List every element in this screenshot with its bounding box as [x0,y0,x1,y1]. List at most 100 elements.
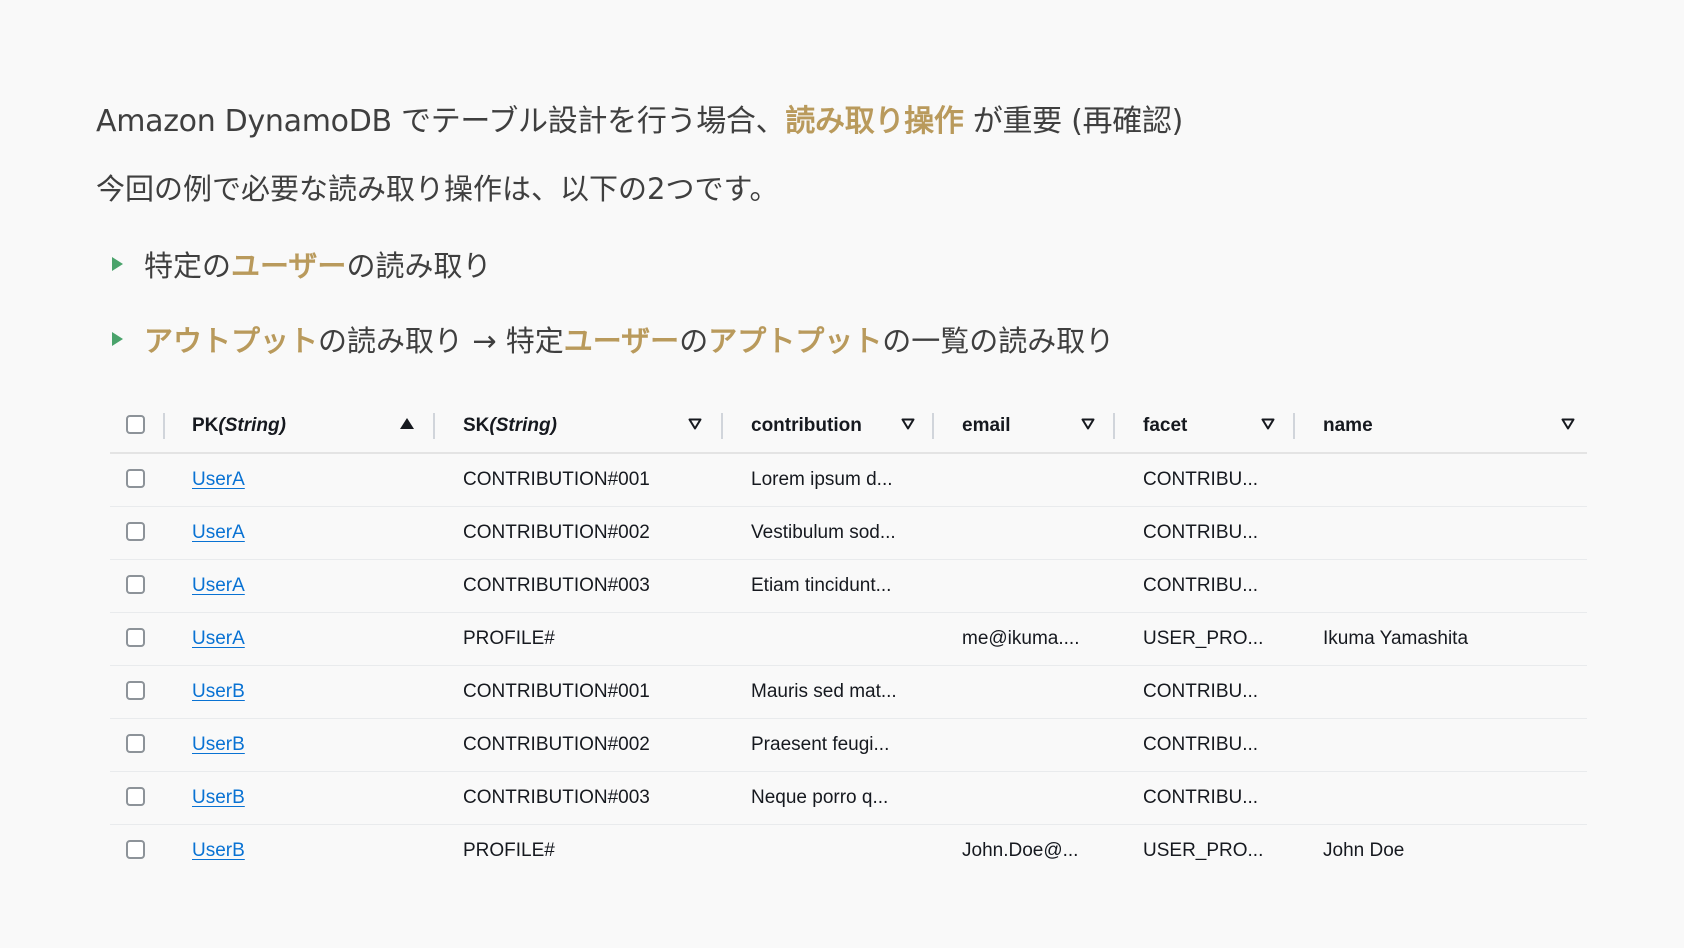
table-row: UserB PROFILE# John.Doe@... USER_PRO... … [110,825,1587,877]
cell-name [1323,507,1563,559]
cell-sk: PROFILE# [463,840,555,861]
bullet-triangle-icon [112,257,123,271]
sort-descending-icon[interactable] [1561,418,1575,430]
column-divider[interactable] [721,413,723,439]
bullet-highlight: ユーザー [563,324,680,358]
table-row: UserB CONTRIBUTION#001 Mauris sed mat...… [110,666,1587,719]
slide: Amazon DynamoDB でテーブル設計を行う場合、読み取り操作 が重要 … [0,0,1684,948]
sort-descending-icon[interactable] [1261,418,1275,430]
table-row: UserA CONTRIBUTION#003 Etiam tincidunt..… [110,560,1587,613]
pk-link[interactable]: UserA [192,469,245,491]
intro-heading-suffix: が重要 (再確認) [963,104,1184,139]
bullet-item-user-read: 特定の ユーザー の読み取り [112,243,491,285]
cell-contribution: Etiam tincidunt... [751,575,892,596]
cell-name [1323,772,1563,824]
bullet-highlight: ユーザー [231,249,347,283]
items-table: PK (String) SK (String) contribution ema… [110,400,1587,877]
intro-heading-highlight: 読み取り操作 [785,104,964,139]
bullet-item-output-read: アウトプット の読み取り → 特定 ユーザー の アプトプット の一覧の読み取り [112,318,1114,360]
cell-contribution: Lorem ipsum d... [751,469,893,490]
column-header-sk[interactable]: SK (String) [463,400,703,452]
cell-contribution: Mauris sed mat... [751,681,897,702]
cell-contribution: Praesent feugi... [751,734,890,755]
table-row: UserA CONTRIBUTION#001 Lorem ipsum d... … [110,454,1587,507]
pk-link[interactable]: UserA [192,575,245,597]
sort-descending-icon[interactable] [688,418,702,430]
pk-link[interactable]: UserB [192,734,245,756]
row-checkbox[interactable] [126,681,145,700]
cell-sk: CONTRIBUTION#003 [463,787,650,808]
table-row: UserB CONTRIBUTION#002 Praesent feugi...… [110,719,1587,772]
bullet-text: 特定の [144,249,232,283]
pk-link[interactable]: UserB [192,681,245,703]
row-checkbox[interactable] [126,787,145,806]
table-row: UserA PROFILE# me@ikuma.... USER_PRO... … [110,613,1587,666]
cell-email: John.Doe@... [962,840,1079,861]
column-divider[interactable] [1113,413,1115,439]
bullet-highlight: アウトプット [144,324,319,358]
intro-heading-text: Amazon DynamoDB でテーブル設計を行う場合、 [96,104,786,139]
row-checkbox[interactable] [126,628,145,647]
row-checkbox[interactable] [126,522,145,541]
row-checkbox[interactable] [126,575,145,594]
cell-email [962,507,1112,559]
cell-name [1323,454,1563,506]
bullet-text: の読み取り → 特定 [318,324,564,358]
cell-pk: UserA [192,560,412,612]
select-all-checkbox[interactable] [126,415,145,434]
table-row: UserA CONTRIBUTION#002 Vestibulum sod...… [110,507,1587,560]
row-checkbox[interactable] [126,840,145,859]
cell-facet: CONTRIBU... [1143,681,1259,702]
column-divider[interactable] [1293,413,1295,439]
cell-email [962,454,1112,506]
intro-subheading: 今回の例で必要な読み取り操作は、以下の2つです。 [96,172,779,206]
intro-heading: Amazon DynamoDB でテーブル設計を行う場合、読み取り操作 が重要 … [96,96,1183,140]
cell-sk: CONTRIBUTION#003 [463,575,650,596]
sort-descending-icon[interactable] [1081,418,1095,430]
cell-facet: CONTRIBU... [1143,469,1259,490]
pk-link[interactable]: UserA [192,522,245,544]
column-divider[interactable] [932,413,934,439]
cell-email [962,560,1112,612]
cell-contribution [751,613,931,665]
cell-sk: CONTRIBUTION#002 [463,522,650,543]
cell-email [962,666,1112,718]
column-header-sk-label: SK [463,415,490,436]
cell-email: me@ikuma.... [962,628,1080,649]
cell-email [962,772,1112,824]
pk-link[interactable]: UserB [192,840,245,862]
sort-descending-icon[interactable] [901,418,915,430]
cell-pk: UserA [192,507,412,559]
column-header-pk[interactable]: PK (String) [192,400,412,452]
bullet-triangle-icon [112,332,123,346]
pk-link[interactable]: UserB [192,787,245,809]
cell-name [1323,666,1563,718]
column-divider[interactable] [433,413,435,439]
column-header-pk-type: (String) [218,415,286,436]
cell-pk: UserA [192,454,412,506]
cell-name [1323,560,1563,612]
cell-facet: CONTRIBU... [1143,522,1259,543]
cell-facet: USER_PRO... [1143,840,1264,861]
row-checkbox[interactable] [126,469,145,488]
cell-contribution: Vestibulum sod... [751,522,896,543]
cell-email [962,719,1112,771]
cell-facet: CONTRIBU... [1143,575,1259,596]
table-header-row: PK (String) SK (String) contribution ema… [110,400,1587,454]
row-checkbox[interactable] [126,734,145,753]
cell-name: John Doe [1323,840,1405,861]
cell-pk: UserB [192,772,412,824]
cell-sk: CONTRIBUTION#001 [463,469,650,490]
table-row: UserB CONTRIBUTION#003 Neque porro q... … [110,772,1587,825]
cell-facet: CONTRIBU... [1143,787,1259,808]
pk-link[interactable]: UserA [192,628,245,650]
column-header-name[interactable]: name [1323,400,1563,452]
sort-ascending-icon[interactable] [400,418,414,429]
bullet-text: の一覧の読み取り [882,324,1115,358]
cell-sk: CONTRIBUTION#002 [463,734,650,755]
cell-facet: CONTRIBU... [1143,734,1259,755]
column-divider[interactable] [163,413,165,439]
cell-pk: UserB [192,825,412,877]
cell-name: Ikuma Yamashita [1323,628,1469,649]
column-header-pk-label: PK [192,415,219,436]
